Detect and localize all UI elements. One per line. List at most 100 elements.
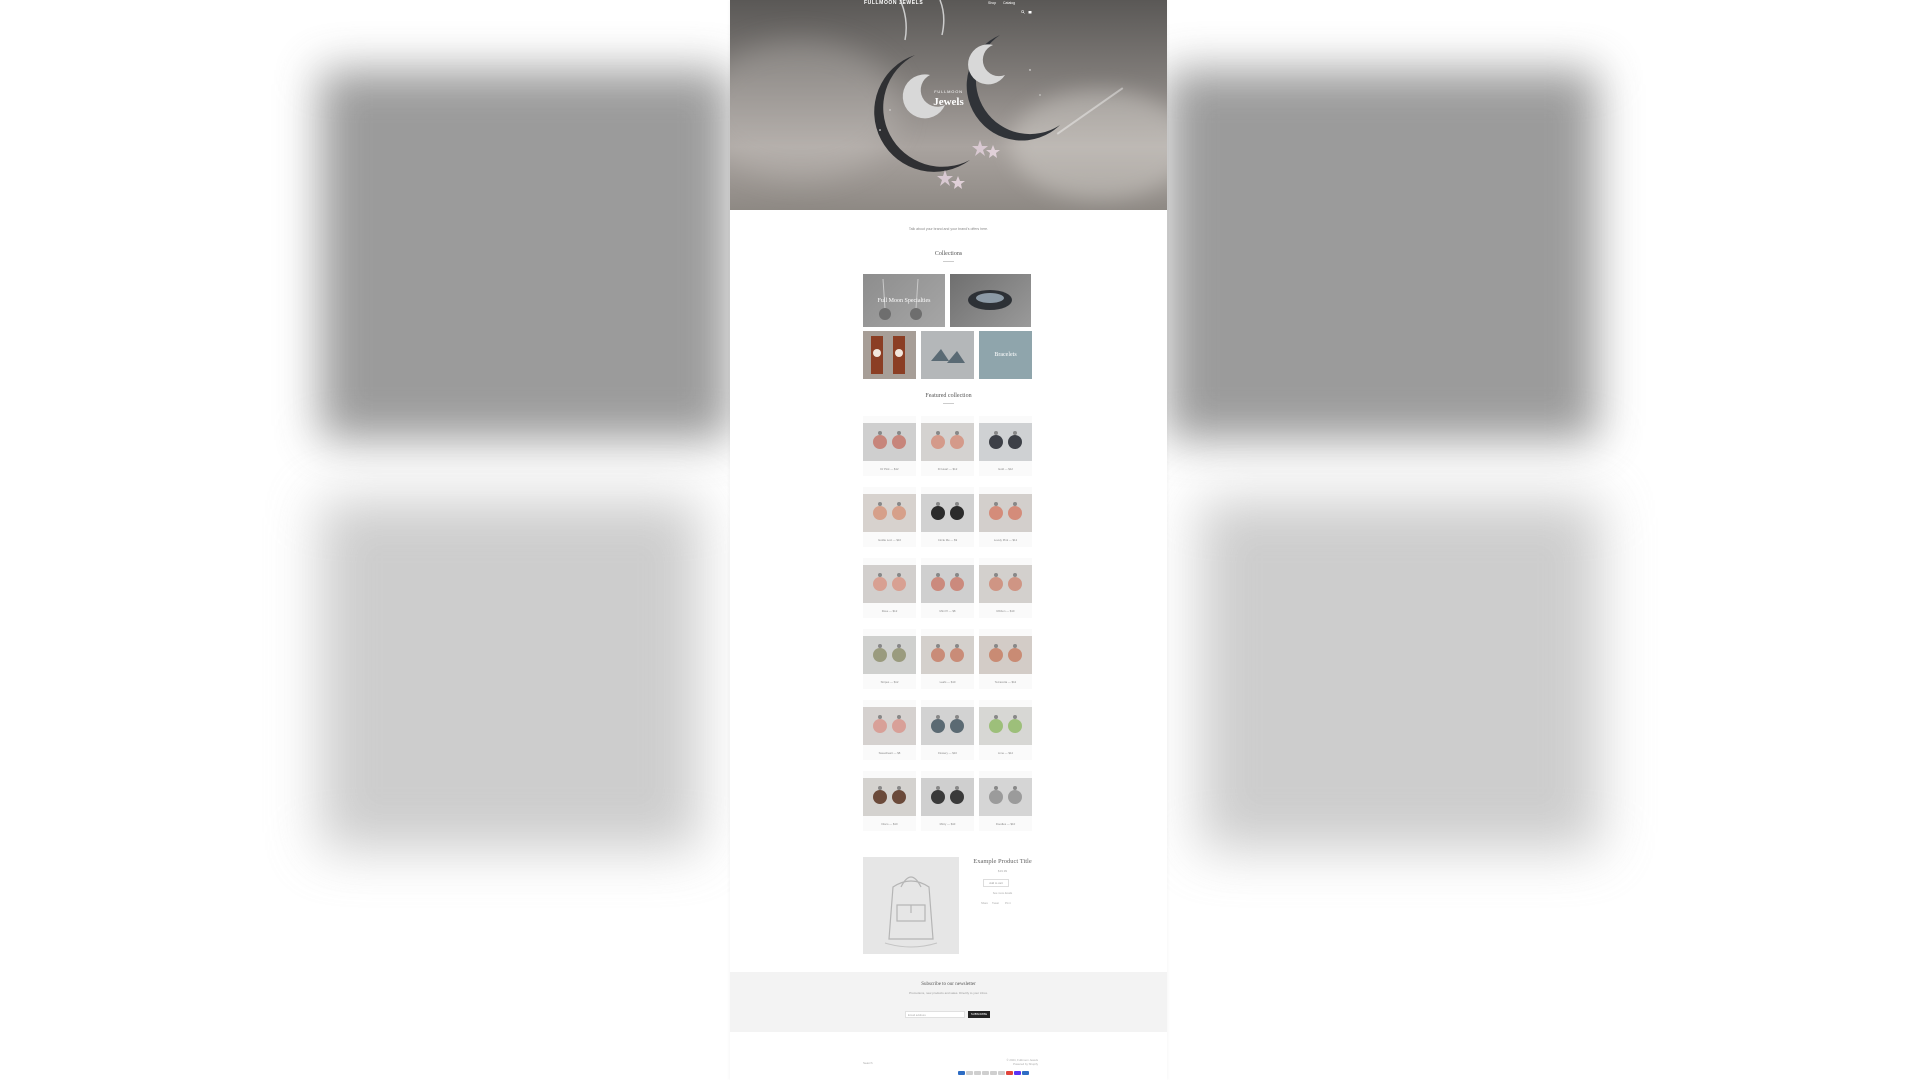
section-divider: [943, 403, 954, 404]
product-image[interactable]: [863, 423, 916, 461]
hero-title: Jewels: [933, 96, 964, 108]
product-image[interactable]: [921, 707, 974, 745]
product-caption[interactable]: Dr Heart — $12: [921, 467, 974, 471]
collection-label: Full Moon Specialties: [877, 297, 931, 304]
payment-method-icon: [974, 1071, 981, 1075]
product-name: Goldie Loci: [877, 538, 892, 542]
product-name: Terracotta: [994, 680, 1008, 684]
powered-by-link[interactable]: Powered by Shopify: [985, 1062, 1038, 1066]
search-icon[interactable]: [1021, 1, 1025, 14]
product-caption[interactable]: Doodles — $10: [979, 822, 1032, 826]
intro-text: Talk about your brand and your brand's o…: [908, 227, 989, 231]
product-price: $10: [896, 538, 902, 542]
product-price: $12: [952, 467, 958, 471]
product-image[interactable]: [979, 494, 1032, 532]
product-image[interactable]: [863, 565, 916, 603]
collection-tile-2[interactable]: [950, 274, 1031, 327]
product-image[interactable]: [863, 636, 916, 674]
product-price: $12: [893, 467, 899, 471]
pin-button[interactable]: Pin it: [1005, 902, 1011, 905]
payment-method-icon: [1006, 1071, 1013, 1075]
example-product-image[interactable]: [863, 857, 959, 954]
product-image[interactable]: [863, 707, 916, 745]
product-caption[interactable]: Leafs — $10: [921, 680, 974, 684]
storefront-page: FULLMOON JEWELS Shop Catalog FULLMOON Je…: [730, 0, 1167, 1080]
collection-tile-bracelets[interactable]: Bracelets: [979, 331, 1032, 379]
store-logo[interactable]: FULLMOON JEWELS: [864, 0, 923, 6]
subscribe-button[interactable]: SUBSCRIBE: [968, 1011, 990, 1018]
product-name: Circle Me: [937, 538, 950, 542]
footer-copyright: © 2024, Fullmoon Jewels Powered by Shopi…: [985, 1058, 1038, 1066]
product-caption[interactable]: Disco — $10: [863, 822, 916, 826]
nav-link-shop[interactable]: Shop: [988, 1, 996, 5]
payment-method-icon: [1014, 1071, 1021, 1075]
product-caption[interactable]: Stripes — $12: [863, 680, 916, 684]
top-nav: FULLMOON JEWELS Shop Catalog: [730, 0, 1167, 14]
product-name: Doodles: [995, 822, 1007, 826]
product-caption[interactable]: Ribbon — $10: [979, 609, 1032, 613]
product-caption[interactable]: Gold — $12: [979, 467, 1032, 471]
product-price: $10: [1009, 609, 1015, 613]
product-caption[interactable]: Terracotta — $12: [979, 680, 1032, 684]
product-image[interactable]: [979, 565, 1032, 603]
payment-method-icon: [982, 1071, 989, 1075]
collection-tile-3[interactable]: [863, 331, 916, 379]
product-price: $12: [1008, 467, 1013, 471]
see-more-link[interactable]: See more details: [970, 892, 1035, 895]
product-caption[interactable]: Minty — $10: [921, 822, 974, 826]
product-name: Flowery: [938, 751, 948, 755]
product-caption[interactable]: Sweetheart — $8: [863, 751, 916, 755]
hero-kicker: FULLMOON: [934, 89, 963, 94]
add-to-cart-button[interactable]: Add to cart: [983, 879, 1009, 887]
product-price: $12: [1011, 680, 1017, 684]
hero-banner: FULLMOON JEWELS Shop Catalog FULLMOON Je…: [730, 0, 1167, 210]
collection-label: Bracelets: [994, 352, 1017, 358]
product-caption[interactable]: Goldie Loci — $10: [863, 538, 916, 542]
share-button[interactable]: Share: [981, 902, 988, 905]
product-image[interactable]: [921, 565, 974, 603]
product-image[interactable]: [863, 778, 916, 816]
product-image[interactable]: [979, 778, 1032, 816]
product-image[interactable]: [921, 494, 974, 532]
product-caption[interactable]: Mini Pi — $8: [921, 609, 974, 613]
product-price: $10: [1010, 822, 1016, 826]
payment-method-icon: [958, 1071, 965, 1075]
product-price: $8: [952, 609, 956, 613]
product-caption[interactable]: Lovely Pink — $12: [979, 538, 1032, 542]
newsletter-section: Subscribe to our newsletter Promotions, …: [730, 972, 1167, 1032]
tweet-button[interactable]: Tweet: [992, 902, 999, 905]
footer-search-link[interactable]: Search: [863, 1061, 873, 1065]
product-caption[interactable]: Rose — $12: [863, 609, 916, 613]
email-input[interactable]: Email address: [905, 1011, 965, 1018]
blurred-backdrop-bottom-right: [1200, 500, 1600, 850]
product-caption[interactable]: Circle Me — $9: [921, 538, 974, 542]
product-caption[interactable]: Dr Pink — $12: [863, 467, 916, 471]
product-image[interactable]: [863, 494, 916, 532]
cart-icon[interactable]: [1028, 1, 1032, 14]
product-price: $12: [1012, 538, 1018, 542]
nav-link-catalog[interactable]: Catalog: [1003, 1, 1015, 5]
product-name: Sweetheart: [878, 751, 893, 755]
product-price: $12: [1008, 751, 1014, 755]
product-price: $12: [893, 680, 899, 684]
product-name: Dr Pink: [880, 467, 890, 471]
product-image[interactable]: [921, 778, 974, 816]
payment-method-icon: [990, 1071, 997, 1075]
product-caption[interactable]: Lime — $12: [979, 751, 1032, 755]
product-price: $10: [950, 680, 956, 684]
payment-method-icon: [966, 1071, 973, 1075]
blurred-backdrop-top-left: [320, 70, 730, 440]
product-image[interactable]: [921, 636, 974, 674]
collection-tile-4[interactable]: [921, 331, 974, 379]
example-product-price: $19.99: [997, 869, 1008, 873]
newsletter-subtitle: Promotions, new products and sales. Dire…: [909, 991, 988, 995]
product-name: Lovely Pink: [993, 538, 1009, 542]
product-image[interactable]: [979, 423, 1032, 461]
product-caption[interactable]: Flowery — $10: [921, 751, 974, 755]
product-image[interactable]: [979, 636, 1032, 674]
example-product-title[interactable]: Example Product Title: [970, 858, 1035, 865]
collection-tile-full-moon[interactable]: Full Moon Specialties: [863, 274, 945, 327]
product-image[interactable]: [979, 707, 1032, 745]
product-image[interactable]: [921, 423, 974, 461]
product-price: $8: [897, 751, 901, 755]
